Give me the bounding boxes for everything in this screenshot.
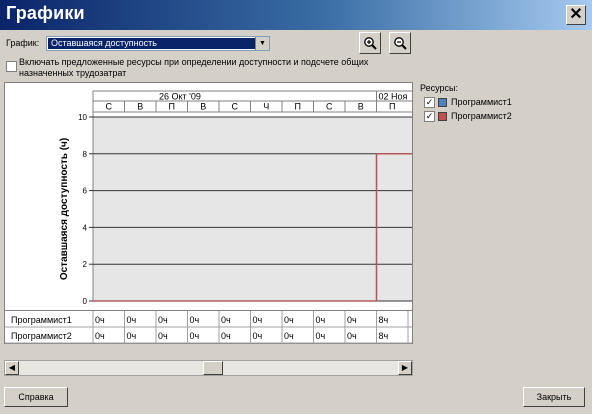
table-cell: 8ч [378, 331, 389, 341]
resource-checkbox[interactable]: ✓ [424, 97, 435, 108]
timescale-day-label: П [389, 102, 395, 112]
resource-checkbox[interactable]: ✓ [424, 111, 435, 122]
scroll-right-button[interactable]: ▶ [398, 361, 412, 375]
y-tick-label: 4 [83, 223, 88, 232]
table-cell: 8ч [378, 315, 389, 325]
close-icon: ✕ [569, 6, 583, 23]
y-axis-label: Оставшаяся доступность (ч) [59, 138, 70, 280]
table-cell: 0ч [252, 331, 263, 341]
timescale-major-label: 26 Окт '09 [159, 92, 201, 102]
table-cell: 0ч [189, 331, 200, 341]
title-bar: Графики ✕ [0, 0, 592, 30]
timescale-day-label: В [358, 102, 364, 112]
plot-area [93, 117, 412, 301]
table-cell: 0ч [158, 315, 168, 325]
scroll-left-button[interactable]: ◀ [5, 361, 19, 375]
chevron-down-icon[interactable]: ▼ [255, 37, 269, 50]
table-cell: 0ч [284, 331, 294, 341]
include-proposed-label-line2: назначенных трудозатрат [19, 68, 127, 78]
timescale-day-label: В [137, 102, 143, 112]
table-cell: 0ч [252, 315, 263, 325]
y-tick-label: 10 [78, 113, 87, 122]
table-cell: 0ч [189, 315, 200, 325]
table-cell: 0ч [221, 315, 231, 325]
table-cell: 0ч [126, 315, 137, 325]
close-window-button[interactable]: ✕ [566, 5, 586, 25]
timescale-day-label: С [326, 102, 333, 112]
table-row-label: Программист1 [11, 315, 72, 325]
zoom-out-icon [394, 37, 407, 50]
y-tick-label: 0 [83, 297, 88, 306]
availability-chart: 26 Окт '09 02 Ноя С В П В С Ч П С В П 0 2 4 6 8 10 Оставша… [59, 90, 412, 306]
include-proposed-label-line1: Включать предложенные ресурсы при опреде… [19, 57, 369, 67]
table-cell: 0ч [347, 315, 357, 325]
table-cell: 0ч [284, 315, 294, 325]
timescale-major-label: 02 Ноя [379, 92, 408, 102]
resource-name: Программист2 [451, 111, 512, 121]
series-color-swatch [438, 112, 447, 121]
window-title: Графики [6, 3, 85, 23]
timescale-day-label: Ч [263, 102, 269, 112]
graph-select[interactable]: Оставшаяся доступность ▼ [46, 36, 270, 51]
table-cell: 0ч [315, 315, 326, 325]
zoom-in-icon [364, 37, 377, 50]
zoom-out-button[interactable] [389, 32, 411, 54]
zoom-in-button[interactable] [359, 32, 381, 54]
resource-name: Программист1 [451, 97, 512, 107]
chart-panel: 26 Окт '09 02 Ноя С В П В С Ч П С В П 0 2 4 6 8 10 Оставша… [4, 82, 413, 311]
table-cell: 0ч [95, 315, 105, 325]
graph-select-value: Оставшаяся доступность [48, 38, 255, 49]
table-row-label: Программист2 [11, 331, 72, 341]
series-color-swatch [438, 98, 447, 107]
help-button[interactable]: Справка [4, 387, 68, 407]
horizontal-scrollbar[interactable]: ◀ ▶ [4, 360, 413, 376]
scroll-thumb[interactable] [203, 361, 223, 375]
resources-label: Ресурсы: [420, 83, 458, 93]
y-tick-label: 8 [83, 150, 88, 159]
table-cell: 0ч [347, 331, 357, 341]
y-tick-label: 6 [83, 187, 88, 196]
timescale-day-label: П [169, 102, 175, 112]
table-cell: 0ч [95, 331, 105, 341]
table-cell: 0ч [126, 331, 137, 341]
timescale-day-label: С [106, 102, 113, 112]
timescale-day-label: В [200, 102, 206, 112]
graph-label: График: [6, 38, 40, 48]
include-proposed-checkbox[interactable] [6, 61, 17, 72]
y-tick-label: 2 [83, 260, 88, 269]
timescale-day-label: П [295, 102, 301, 112]
close-button[interactable]: Закрыть [523, 387, 585, 407]
resource-table: Программист1 Программист2 0ч 0ч 0ч 0ч 0ч 0ч 0ч… [4, 311, 413, 344]
timescale-day-label: С [232, 102, 239, 112]
table-cell: 0ч [315, 331, 326, 341]
table-cell: 0ч [221, 331, 231, 341]
table-cell: 0ч [158, 331, 168, 341]
